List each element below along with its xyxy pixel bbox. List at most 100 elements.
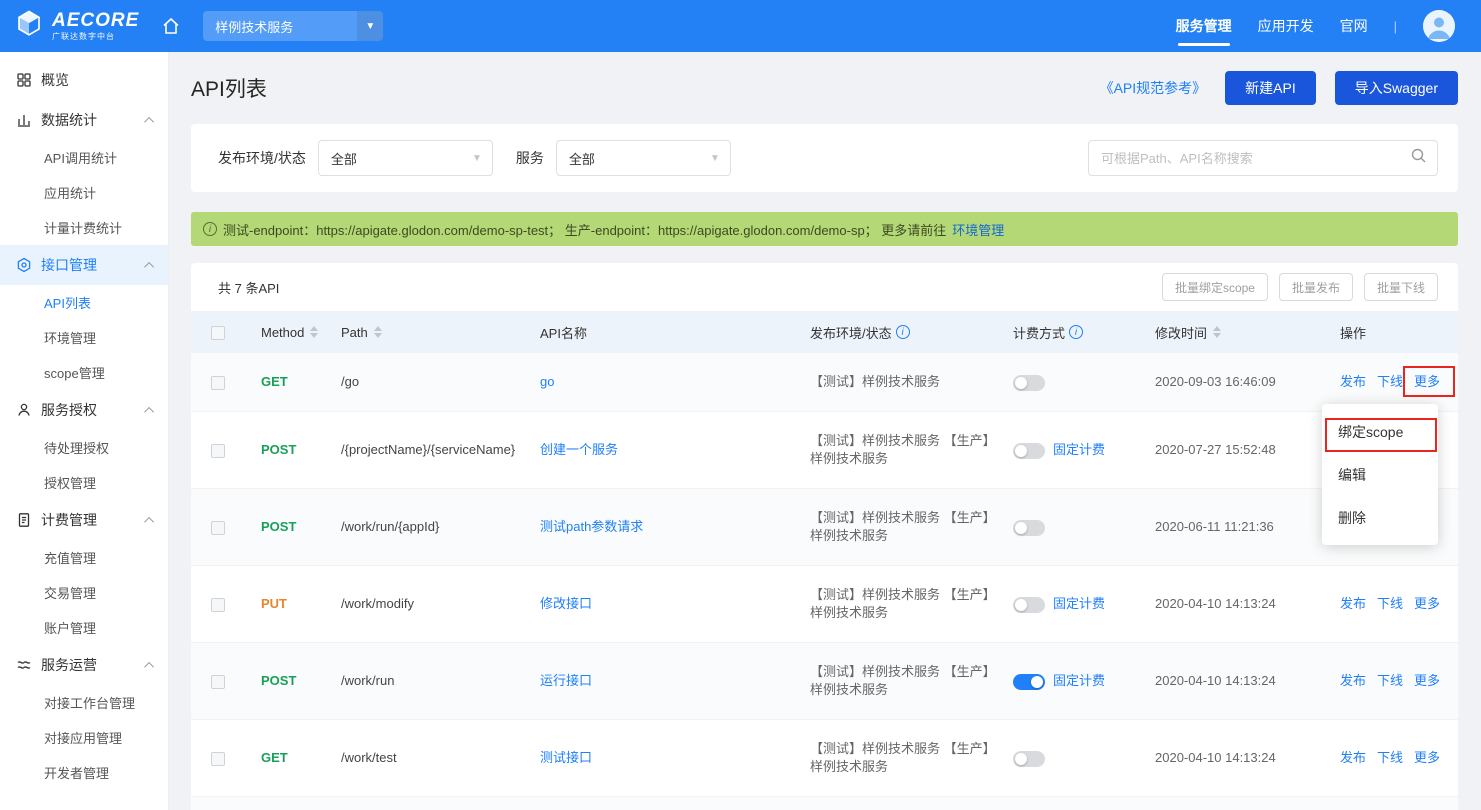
api-path: /work/run/{appId}	[341, 519, 439, 534]
more-link[interactable]: 更多	[1414, 749, 1440, 767]
sidebar-group-interface-management[interactable]: 接口管理	[0, 245, 168, 285]
sidebar-item-account-management[interactable]: 账户管理	[0, 610, 168, 645]
env-management-link[interactable]: 环境管理	[952, 220, 1004, 239]
offline-link[interactable]: 下线	[1377, 749, 1403, 767]
sidebar-item-metering-stats[interactable]: 计量计费统计	[0, 210, 168, 245]
table-row: POST /work/run 运行接口 【测试】样例技术服务 【生产】样例技术服…	[191, 643, 1458, 720]
status-toggle[interactable]	[1013, 674, 1045, 690]
api-table-card: 共 7 条API 批量绑定scope 批量发布 批量下线 Method Path…	[191, 263, 1458, 810]
menu-item-bind-scope[interactable]: 绑定scope	[1322, 410, 1438, 453]
sidebar-item-developer-management[interactable]: 开发者管理	[0, 755, 168, 790]
row-checkbox[interactable]	[211, 752, 225, 766]
row-checkbox[interactable]	[211, 675, 225, 689]
status-toggle[interactable]	[1013, 443, 1045, 459]
nav-divider: |	[1394, 19, 1397, 34]
api-name-link[interactable]: 测试接口	[540, 750, 592, 765]
api-path: /work/modify	[341, 596, 414, 611]
sidebar-item-transaction-management[interactable]: 交易管理	[0, 575, 168, 610]
service-filter-select[interactable]: 全部 ▼	[556, 140, 731, 176]
api-count-summary: 共 7 条API	[218, 278, 279, 297]
billing-type-link[interactable]: 固定计费	[1053, 673, 1105, 688]
user-avatar[interactable]	[1423, 10, 1455, 42]
env-filter-select[interactable]: 全部 ▼	[318, 140, 493, 176]
sidebar-item-overview[interactable]: 概览	[0, 60, 168, 100]
nav-app-development[interactable]: 应用开发	[1258, 16, 1314, 36]
more-link[interactable]: 更多	[1414, 595, 1440, 613]
batch-bind-scope-button[interactable]: 批量绑定scope	[1162, 273, 1268, 301]
billing-type-link[interactable]: 固定计费	[1053, 596, 1105, 611]
info-icon: i	[203, 222, 217, 236]
sidebar-item-recharge-management[interactable]: 充值管理	[0, 540, 168, 575]
offline-link[interactable]: 下线	[1377, 373, 1403, 391]
service-selector[interactable]: 样例技术服务 ▼	[203, 11, 383, 41]
new-api-button[interactable]: 新建API	[1225, 71, 1316, 105]
billing-type-link[interactable]: 固定计费	[1053, 442, 1105, 457]
top-header: AECORE 广联达数字中台 样例技术服务 ▼ 服务管理 应用开发 官网 |	[0, 0, 1481, 52]
menu-item-delete[interactable]: 删除	[1322, 496, 1438, 539]
sort-icon[interactable]	[1213, 326, 1221, 338]
modified-time: 2020-04-10 14:13:24	[1155, 596, 1276, 611]
sidebar-item-connected-app-management[interactable]: 对接应用管理	[0, 720, 168, 755]
row-checkbox[interactable]	[211, 444, 225, 458]
sidebar-item-env-management[interactable]: 环境管理	[0, 320, 168, 355]
publish-link[interactable]: 发布	[1340, 749, 1366, 767]
chevron-down-icon: ▼	[472, 153, 482, 164]
row-checkbox[interactable]	[211, 376, 225, 390]
sidebar-item-pending-auth[interactable]: 待处理授权	[0, 430, 168, 465]
api-path: /work/run	[341, 673, 394, 688]
sidebar-group-service-operation[interactable]: 服务运营	[0, 645, 168, 685]
nav-service-management[interactable]: 服务管理	[1176, 16, 1232, 36]
batch-publish-button[interactable]: 批量发布	[1279, 273, 1353, 301]
sidebar-item-api-call-stats[interactable]: API调用统计	[0, 140, 168, 175]
row-checkbox[interactable]	[211, 598, 225, 612]
offline-link[interactable]: 下线	[1377, 595, 1403, 613]
more-link[interactable]: 更多	[1414, 672, 1440, 690]
status-toggle[interactable]	[1013, 375, 1045, 391]
offline-link[interactable]: 下线	[1377, 672, 1403, 690]
row-checkbox[interactable]	[211, 521, 225, 535]
env-filter-label: 发布环境/状态	[218, 148, 306, 168]
info-icon[interactable]: i	[1069, 325, 1083, 339]
home-icon[interactable]	[161, 16, 181, 36]
sidebar-item-api-list[interactable]: API列表	[0, 285, 168, 320]
sidebar-item-app-stats[interactable]: 应用统计	[0, 175, 168, 210]
sidebar-item-scope-management[interactable]: scope管理	[0, 355, 168, 390]
more-link[interactable]: 更多	[1414, 373, 1440, 391]
search-input[interactable]	[1101, 151, 1410, 166]
chevron-down-icon: ▼	[357, 11, 383, 41]
api-spec-reference-link[interactable]: 《API规范参考》	[1100, 78, 1207, 98]
status-toggle[interactable]	[1013, 597, 1045, 613]
api-name-link[interactable]: 测试path参数请求	[540, 519, 643, 534]
modified-time: 2020-06-11 11:21:36	[1155, 519, 1274, 534]
stats-icon	[16, 112, 32, 128]
api-name-link[interactable]: go	[540, 374, 554, 389]
sidebar-item-auth-management[interactable]: 授权管理	[0, 465, 168, 500]
api-name-link[interactable]: 运行接口	[540, 673, 592, 688]
select-all-checkbox[interactable]	[211, 326, 225, 340]
col-name-header: API名称	[540, 326, 587, 341]
sidebar-group-data-stats[interactable]: 数据统计	[0, 100, 168, 140]
menu-item-edit[interactable]: 编辑	[1322, 453, 1438, 496]
env-status-text: 【测试】样例技术服务 【生产】样例技术服务	[810, 510, 996, 543]
publish-link[interactable]: 发布	[1340, 373, 1366, 391]
sort-icon[interactable]	[310, 326, 318, 338]
info-icon[interactable]: i	[896, 325, 910, 339]
sidebar-item-workbench-management[interactable]: 对接工作台管理	[0, 685, 168, 720]
table-row: GET /work/test 测试接口 【测试】样例技术服务 【生产】样例技术服…	[191, 720, 1458, 797]
sidebar-group-billing-management[interactable]: 计费管理	[0, 500, 168, 540]
env-status-text: 【测试】样例技术服务 【生产】样例技术服务	[810, 664, 996, 697]
sidebar-group-service-auth[interactable]: 服务授权	[0, 390, 168, 430]
status-toggle[interactable]	[1013, 520, 1045, 536]
import-swagger-button[interactable]: 导入Swagger	[1335, 71, 1458, 105]
api-name-link[interactable]: 创建一个服务	[540, 442, 618, 457]
nav-official-site[interactable]: 官网	[1340, 16, 1368, 36]
collapse-caret-icon	[144, 406, 154, 416]
api-name-link[interactable]: 修改接口	[540, 596, 592, 611]
search-icon[interactable]	[1410, 147, 1427, 169]
status-toggle[interactable]	[1013, 751, 1045, 767]
batch-offline-button[interactable]: 批量下线	[1364, 273, 1438, 301]
publish-link[interactable]: 发布	[1340, 595, 1366, 613]
publish-link[interactable]: 发布	[1340, 672, 1366, 690]
sort-icon[interactable]	[374, 326, 382, 338]
api-path: /work/test	[341, 750, 397, 765]
